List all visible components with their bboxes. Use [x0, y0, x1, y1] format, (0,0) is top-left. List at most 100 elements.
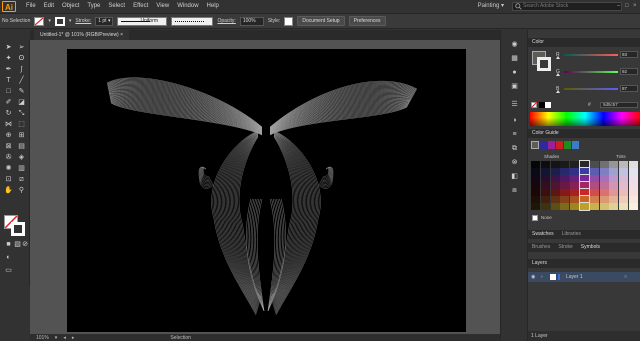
scale-tool-icon[interactable]: ⤡ — [16, 109, 27, 119]
hex-value[interactable]: 5d5c57 — [600, 102, 638, 108]
hand-tool-icon[interactable]: ✋ — [3, 186, 14, 196]
menu-file[interactable]: File — [22, 0, 40, 13]
opacity-label[interactable]: Opacity: — [217, 18, 235, 24]
guide-swatch[interactable] — [629, 189, 638, 196]
guide-swatch[interactable] — [550, 168, 560, 175]
guide-swatch[interactable] — [609, 203, 619, 210]
stroke-label[interactable]: Stroke: — [75, 18, 91, 24]
free-transform-tool-icon[interactable]: ⬚ — [16, 120, 27, 130]
guide-swatch[interactable] — [540, 161, 550, 168]
paintbrush-tool-icon[interactable]: ✎ — [16, 87, 27, 97]
guide-swatch[interactable] — [619, 175, 629, 182]
opacity-field[interactable]: 100% — [239, 16, 264, 26]
guide-swatch[interactable] — [540, 196, 550, 203]
stroke-weight-field[interactable]: 1 pt ▾ — [95, 16, 114, 26]
guide-swatch[interactable] — [609, 175, 619, 182]
guide-swatch[interactable] — [599, 161, 609, 168]
guide-swatch[interactable] — [629, 203, 638, 210]
shaper-tool-icon[interactable]: ✐ — [3, 98, 14, 108]
guide-swatch[interactable] — [570, 189, 580, 196]
green-knob[interactable] — [556, 73, 560, 76]
guide-swatch[interactable] — [619, 189, 629, 196]
guide-swatch[interactable] — [579, 188, 590, 197]
guide-swatch[interactable] — [531, 168, 540, 175]
stroke-indicator[interactable] — [11, 222, 25, 236]
guide-swatch[interactable] — [609, 168, 619, 175]
close-icon[interactable]: × — [633, 2, 638, 10]
guide-swatch[interactable] — [540, 168, 550, 175]
graph-tool-icon[interactable]: ▥ — [16, 164, 27, 174]
blue-slider[interactable]: B 87 — [556, 85, 640, 93]
guide-swatch[interactable] — [540, 175, 550, 182]
green-slider[interactable]: G 92 — [556, 68, 640, 76]
mesh-tool-icon[interactable]: ⊠ — [3, 142, 14, 152]
document-tab[interactable]: Untitled-1* @ 101% (RGB/Preview) × — [34, 30, 130, 40]
fill-dropdown-icon[interactable]: ▾ — [48, 18, 51, 24]
transparency-icon[interactable]: ◑ — [509, 116, 520, 126]
preferences-button[interactable]: Preferences — [348, 16, 386, 26]
guide-swatch[interactable] — [560, 175, 570, 182]
layer-name[interactable]: Layer 1 — [566, 272, 583, 282]
guide-swatch[interactable] — [629, 175, 638, 182]
guide-swatch[interactable] — [570, 196, 580, 203]
harmony-swatch[interactable] — [540, 141, 547, 149]
zoom-tool-icon[interactable]: ⚲ — [16, 186, 27, 196]
guide-swatch[interactable] — [589, 203, 599, 210]
menu-view[interactable]: View — [152, 0, 173, 13]
guide-swatch[interactable] — [619, 203, 629, 210]
menu-type[interactable]: Type — [83, 0, 104, 13]
guide-swatch[interactable] — [599, 203, 609, 210]
symbols-tab[interactable]: Symbols — [577, 243, 604, 252]
layer-row[interactable]: ◉ › Layer 1 ○ — [528, 272, 640, 282]
guide-swatch[interactable] — [550, 189, 560, 196]
red-knob[interactable] — [556, 56, 560, 59]
harmony-base[interactable] — [531, 141, 591, 151]
guide-swatch[interactable] — [531, 189, 540, 196]
perspective-grid-tool-icon[interactable]: ⊞ — [16, 131, 27, 141]
guide-swatch[interactable] — [531, 196, 540, 203]
brushes-tab[interactable]: Brushes — [528, 243, 554, 252]
artboard-prev-icon[interactable]: ◂ — [63, 335, 66, 341]
guide-swatch[interactable] — [570, 175, 580, 182]
libraries-tab[interactable]: Libraries — [558, 230, 585, 239]
menu-select[interactable]: Select — [104, 0, 129, 13]
shape-builder-tool-icon[interactable]: ⊕ — [3, 131, 14, 141]
color-spectrum[interactable] — [530, 112, 640, 126]
color-guide-tab[interactable]: Color Guide — [528, 129, 563, 138]
selection-tool-icon[interactable]: ➤ — [3, 43, 14, 53]
guide-swatch[interactable] — [579, 160, 590, 169]
visibility-eye-icon[interactable]: ◉ — [531, 272, 535, 282]
target-circle-icon[interactable]: ○ — [624, 272, 627, 282]
guide-swatch[interactable] — [570, 182, 580, 189]
guide-swatch[interactable] — [599, 196, 609, 203]
direct-selection-tool-icon[interactable]: ➢ — [16, 43, 27, 53]
red-slider[interactable]: R 93 — [556, 51, 640, 59]
screen-mode-icon[interactable]: ▭ — [3, 266, 14, 276]
guide-swatch[interactable] — [629, 168, 638, 175]
blue-value[interactable]: 87 — [620, 85, 638, 92]
none-mode-icon[interactable]: ⊘ — [21, 240, 29, 250]
workspace-switcher[interactable]: Painting ▾ — [478, 2, 504, 11]
guide-swatch[interactable] — [560, 161, 570, 168]
stroke-tab[interactable]: Stroke — [554, 243, 576, 252]
guide-swatch[interactable] — [560, 189, 570, 196]
guide-swatch[interactable] — [550, 175, 560, 182]
maximize-icon[interactable]: □ — [625, 2, 630, 10]
symbol-sprayer-tool-icon[interactable]: ✺ — [3, 164, 14, 174]
guide-swatch[interactable] — [540, 203, 550, 210]
zoom-level[interactable]: 101% — [36, 335, 49, 341]
guide-swatch[interactable] — [531, 175, 540, 182]
none-swatch-icon[interactable] — [532, 215, 538, 221]
color-guide-grid[interactable] — [531, 160, 639, 211]
color-panel-icon[interactable]: ◉ — [509, 40, 520, 50]
guide-swatch[interactable] — [629, 182, 638, 189]
minimize-icon[interactable]: – — [617, 2, 622, 10]
width-tool-icon[interactable]: ⋈ — [3, 120, 14, 130]
red-value[interactable]: 93 — [620, 51, 638, 58]
zoom-dropdown-icon[interactable]: ▾ — [55, 335, 58, 341]
guide-swatch[interactable] — [579, 174, 590, 183]
fill-swatch[interactable] — [34, 16, 45, 26]
blend-tool-icon[interactable]: ◈ — [16, 153, 27, 163]
guide-swatch[interactable] — [609, 189, 619, 196]
guide-swatch[interactable] — [550, 203, 560, 210]
